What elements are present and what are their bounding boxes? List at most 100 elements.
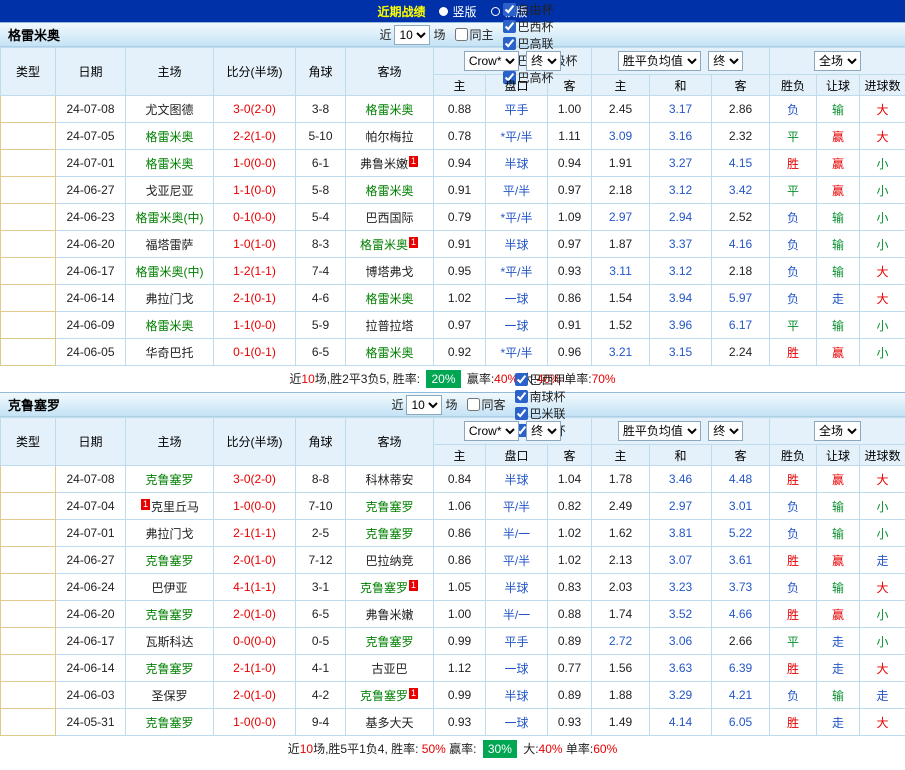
score: 1-0(0-0) [214, 709, 296, 736]
corners: 8-8 [296, 466, 346, 493]
home-team: 克鲁塞罗 [126, 709, 214, 736]
result-goals: 大 [860, 466, 905, 493]
avg-type-select[interactable]: 胜平负均值 [618, 51, 701, 71]
same-venue-filter[interactable]: 同主 [449, 26, 494, 43]
same-venue-checkbox[interactable] [455, 28, 468, 41]
same-venue-filter[interactable]: 同客 [461, 396, 506, 413]
away-team: 古亚巴 [346, 655, 434, 682]
league-checkbox[interactable] [503, 20, 516, 33]
league-filter[interactable]: 巴高联 [497, 35, 578, 52]
result-outcome: 负 [770, 204, 817, 231]
avg-stage-select[interactable]: 终 [708, 421, 743, 441]
same-venue-checkbox[interactable] [467, 398, 480, 411]
league-checkbox[interactable] [515, 373, 528, 386]
avg-home: 1.54 [592, 285, 650, 312]
odds-away: 0.89 [548, 682, 592, 709]
score: 2-1(1-1) [214, 520, 296, 547]
team-link: 弗拉门戈 [145, 292, 193, 306]
away-team: 博塔弗戈 [346, 258, 434, 285]
avg-draw: 3.27 [650, 150, 712, 177]
home-team: 格雷米奥(中) [126, 204, 214, 231]
league-checkbox[interactable] [515, 390, 528, 403]
league-filter[interactable]: 南球杯 [509, 388, 566, 405]
league-checkbox[interactable] [503, 3, 516, 16]
avg-away: 4.48 [712, 466, 770, 493]
result-goals: 小 [860, 150, 905, 177]
scope-select[interactable]: 全场 [814, 421, 861, 441]
match-date: 24-06-14 [56, 285, 126, 312]
col-result-goals: 进球数 [860, 75, 905, 96]
games-label: 场 [445, 396, 457, 413]
avg-home: 2.49 [592, 493, 650, 520]
corners: 5-4 [296, 204, 346, 231]
matches-tbody: 巴西甲24-07-08尤文图德3-0(2-0)3-8格雷米奥0.88平手1.00… [1, 96, 905, 366]
away-team: 弗鲁米嫩 [346, 601, 434, 628]
team-link: 格雷米奥(中) [136, 265, 204, 279]
summary-line: 近10场,胜5平1负4, 胜率: 50% 赢率: 30% 大:40% 单率:60… [0, 736, 905, 762]
league-filter[interactable]: 巴西甲 [509, 371, 566, 388]
section-header-bar: 克鲁塞罗 近 10 场 同客 巴西甲南球杯巴米联巴西杯 [0, 392, 905, 417]
result-outcome: 负 [770, 520, 817, 547]
team-link: 克鲁塞罗 [365, 500, 413, 514]
recent-count-select[interactable]: 10 [394, 25, 430, 45]
result-handicap: 赢 [817, 547, 860, 574]
home-team: 弗拉门戈 [126, 520, 214, 547]
away-team: 克鲁塞罗1 [346, 682, 434, 709]
match-date: 24-06-09 [56, 312, 126, 339]
odds-stage-select[interactable]: 终 [526, 51, 561, 71]
avg-type-select[interactable]: 胜平负均值 [618, 421, 701, 441]
same-venue-label: 同客 [482, 396, 506, 413]
team-link: 尤文图德 [145, 103, 193, 117]
scope-select[interactable]: 全场 [814, 51, 861, 71]
home-team: 格雷米奥 [126, 312, 214, 339]
col-odds-home: 主 [434, 445, 486, 466]
score: 0-1(0-1) [214, 339, 296, 366]
match-type: 巴西甲 [1, 628, 56, 655]
avg-away: 2.86 [712, 96, 770, 123]
recent-count-select[interactable]: 10 [406, 395, 442, 415]
odds-company-select[interactable]: Crow* [464, 421, 519, 441]
odds-handicap: 平/半 [486, 493, 548, 520]
home-team: 克鲁塞罗 [126, 655, 214, 682]
team-link: 瓦斯科达 [145, 635, 193, 649]
result-handicap: 走 [817, 628, 860, 655]
odds-company-select[interactable]: Crow* [464, 51, 519, 71]
league-filter[interactable]: 巴西杯 [497, 18, 578, 35]
avg-home: 1.91 [592, 150, 650, 177]
match-date: 24-07-08 [56, 96, 126, 123]
result-outcome: 平 [770, 312, 817, 339]
avg-draw: 3.52 [650, 601, 712, 628]
result-outcome: 负 [770, 574, 817, 601]
result-outcome: 负 [770, 231, 817, 258]
team-link: 格雷米奥 [360, 238, 408, 252]
league-checkbox[interactable] [515, 407, 528, 420]
avg-home: 1.88 [592, 682, 650, 709]
result-goals: 小 [860, 231, 905, 258]
col-odds-away: 客 [548, 445, 592, 466]
avg-home: 2.18 [592, 177, 650, 204]
match-type: 自由杯 [1, 339, 56, 366]
corners: 4-6 [296, 285, 346, 312]
avg-draw: 3.94 [650, 285, 712, 312]
result-goals: 小 [860, 601, 905, 628]
league-filter[interactable]: 巴米联 [509, 405, 566, 422]
odds-home: 1.02 [434, 285, 486, 312]
odds-home: 0.94 [434, 150, 486, 177]
league-filter[interactable]: 自由杯 [497, 1, 578, 18]
score: 1-2(1-1) [214, 258, 296, 285]
team-link: 克鲁塞罗 [360, 689, 408, 703]
home-team: 格雷米奥(中) [126, 258, 214, 285]
team-link: 帕尔梅拉 [365, 130, 413, 144]
summary-part: 60% [593, 742, 617, 756]
league-checkbox[interactable] [503, 37, 516, 50]
match-row: 巴西甲24-06-24巴伊亚4-1(1-1)3-1克鲁塞罗11.05半球0.83… [1, 574, 905, 601]
odds-handicap: *平/半 [486, 258, 548, 285]
result-handicap: 赢 [817, 123, 860, 150]
avg-stage-select[interactable]: 终 [708, 51, 743, 71]
team-link: 克鲁塞罗 [360, 581, 408, 595]
avg-away: 4.15 [712, 150, 770, 177]
match-type: 巴西甲 [1, 150, 56, 177]
odds-stage-select[interactable]: 终 [526, 421, 561, 441]
match-type: 巴西甲 [1, 547, 56, 574]
odds-away: 0.83 [548, 574, 592, 601]
